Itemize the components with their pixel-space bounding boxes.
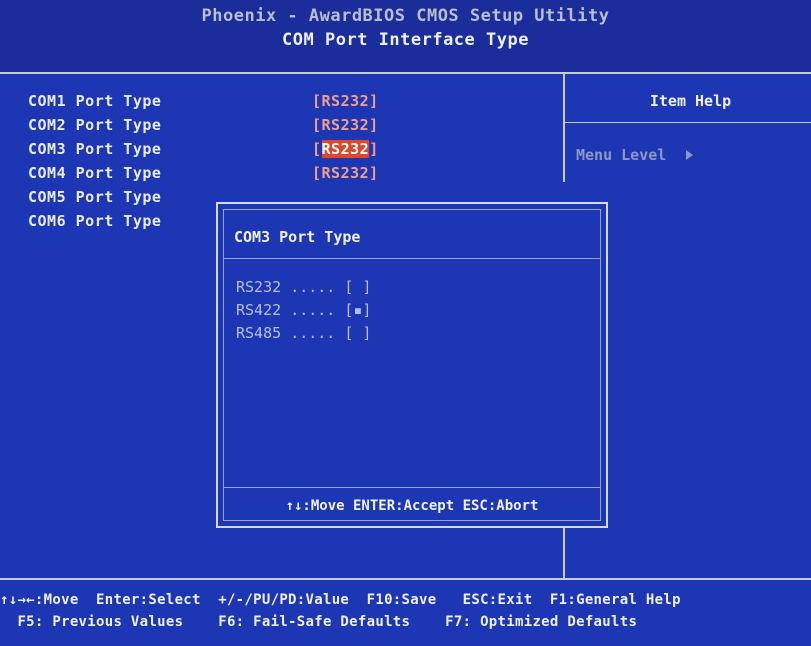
setting-label-com5[interactable]: COM5 Port Type [28,188,161,206]
option-rs232-name: RS232 [236,278,282,296]
option-rs232[interactable]: RS232 ..... [ ] [236,278,371,296]
com3-value-highlight: RS232 [321,140,370,158]
setting-value-com3[interactable]: [RS232] [312,140,379,158]
option-rs485[interactable]: RS485 ..... [ ] [236,324,371,342]
setting-label-com1[interactable]: COM1 Port Type [28,92,161,110]
dialog-title: COM3 Port Type [234,228,361,246]
setting-value-com2[interactable]: [RS232] [312,116,379,134]
option-rs422-name: RS422 [236,301,282,319]
help-panel-divider-lower [563,528,565,578]
option-dots: ..... [290,278,345,296]
com3-value-bracket-open: [ [312,140,322,158]
item-help-title: Item Help [649,92,732,110]
dialog-key-hint: ↑↓:Move ENTER:Accept ESC:Abort [285,498,539,514]
help-title-divider [565,122,811,123]
option-rs422[interactable]: RS422 ..... [▪] [236,301,371,319]
setting-label-com6[interactable]: COM6 Port Type [28,212,161,230]
dialog-inner-border [223,209,601,521]
option-rs485-marker: [ ] [344,324,372,342]
com3-port-type-dialog: COM3 Port Type RS232 ..... [ ] RS422 ...… [216,202,608,528]
title-bar: Phoenix - AwardBIOS CMOS Setup Utility C… [0,0,811,72]
dialog-title-divider [223,258,601,259]
footer-keys-line1: ↑↓→←:Move Enter:Select +/-/PU/PD:Value F… [0,592,681,608]
page-title: COM Port Interface Type [282,30,529,50]
footer-divider [0,578,811,580]
footer-keys-line2: F5: Previous Values F6: Fail-Safe Defaul… [0,614,638,630]
option-dots: ..... [290,324,345,342]
option-dots: ..... [290,301,345,319]
option-rs422-marker: [▪] [344,301,372,319]
bios-screen: Phoenix - AwardBIOS CMOS Setup Utility C… [0,0,811,646]
setting-value-com1[interactable]: [RS232] [312,92,379,110]
header-divider [0,72,811,74]
setting-label-com3[interactable]: COM3 Port Type [28,140,161,158]
menu-level-arrow-icon [686,150,693,160]
setting-label-com2[interactable]: COM2 Port Type [28,116,161,134]
menu-level-label: Menu Level [576,146,667,164]
com3-value-bracket-close: ] [369,140,379,158]
utility-title: Phoenix - AwardBIOS CMOS Setup Utility [201,6,610,26]
setting-label-com4[interactable]: COM4 Port Type [28,164,161,182]
dialog-footer-divider [223,487,601,488]
option-rs232-marker: [ ] [344,278,372,296]
help-panel-divider [563,74,565,182]
com3-value-text: [RS232] [312,140,379,158]
setting-value-com4[interactable]: [RS232] [312,164,379,182]
option-rs485-name: RS485 [236,324,282,342]
